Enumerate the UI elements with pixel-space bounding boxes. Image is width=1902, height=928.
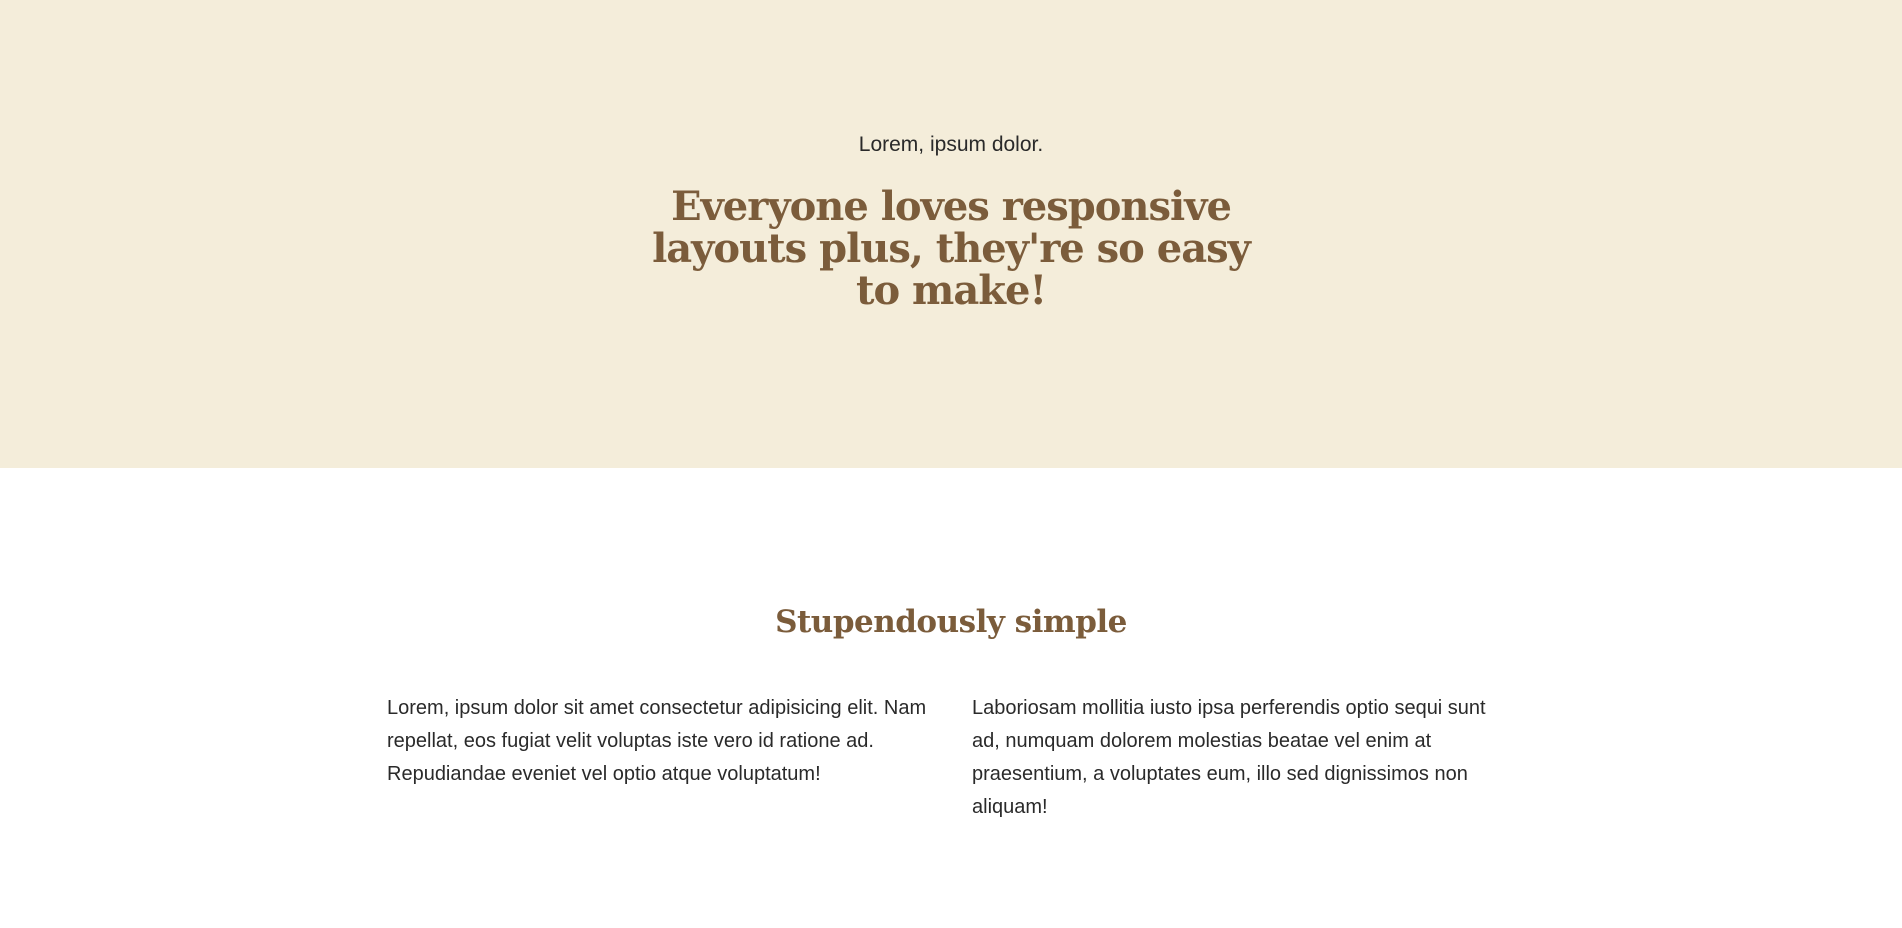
feature-column-left-text: Lorem, ipsum dolor sit amet consectetur …: [387, 697, 927, 785]
hero-eyebrow: Lorem, ipsum dolor.: [858, 133, 1044, 156]
hero-title: Everyone loves responsive layouts plus, …: [652, 183, 1251, 314]
hero-section: Lorem, ipsum dolor. Everyone loves respo…: [0, 0, 1902, 468]
section-title: Stupendously simple: [775, 604, 1127, 640]
feature-column-right-text: Laboriosam mollitia iusto ipsa perferend…: [972, 697, 1486, 818]
